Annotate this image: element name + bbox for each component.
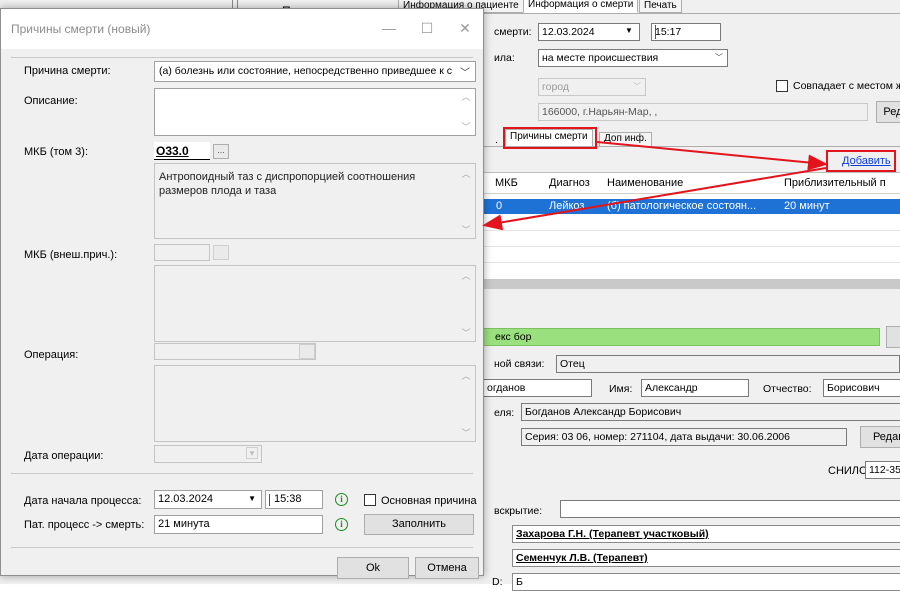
annotation-arrow-to-add <box>596 141 828 171</box>
annotation-arrow-to-dialog <box>482 167 827 231</box>
annotation-arrows <box>482 141 828 231</box>
